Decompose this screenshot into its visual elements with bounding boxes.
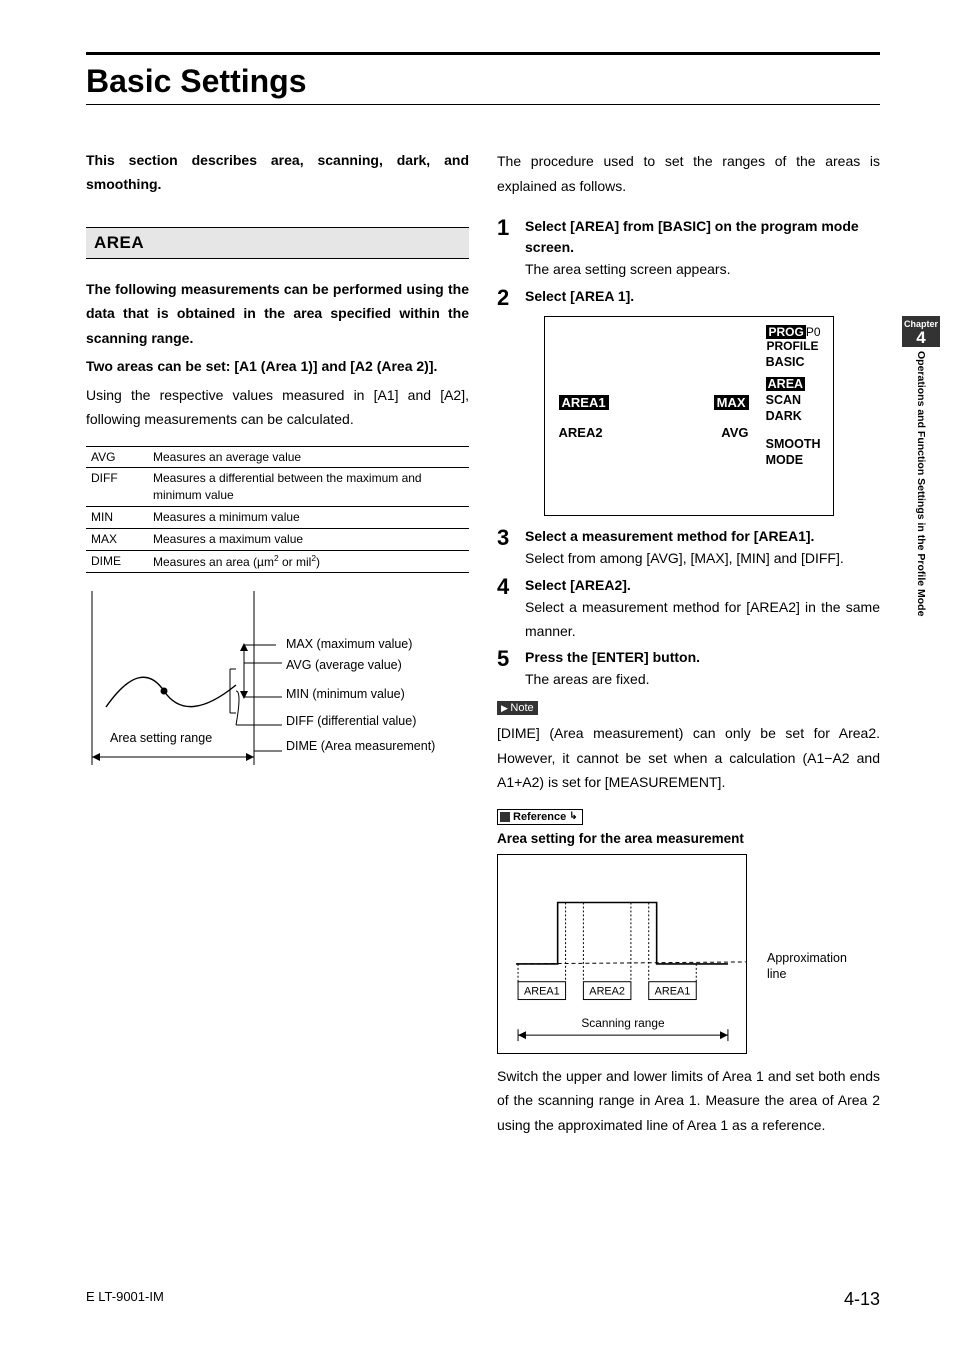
- step-title: Select a measurement method for [AREA1].: [525, 526, 880, 547]
- step-title: Select [AREA 1].: [525, 286, 880, 307]
- step-title: Select [AREA] from [BASIC] on the progra…: [525, 216, 880, 258]
- table-row: MINMeasures a minimum value: [86, 506, 469, 528]
- reference-arrow-icon: ↳: [569, 811, 577, 822]
- reference-label: Reference: [513, 811, 566, 823]
- table-row: DIFFMeasures a differential between the …: [86, 468, 469, 507]
- menu-smooth: SMOOTH: [766, 437, 821, 451]
- page-title: Basic Settings: [86, 63, 880, 100]
- row2-right: AVG: [721, 425, 748, 440]
- menu-area: AREA: [766, 377, 805, 391]
- label-diff: DIFF (differential value): [286, 714, 435, 729]
- step-text: The areas are fixed.: [525, 668, 880, 692]
- step-text: The area setting screen appears.: [525, 258, 880, 282]
- reference-square-icon: [500, 812, 510, 822]
- fig2-approx-label: Approximation line: [767, 950, 867, 983]
- cell-val: Measures a minimum value: [148, 506, 469, 528]
- fig2-scan: Scanning range: [581, 1016, 665, 1030]
- screen-profile: PROFILE: [766, 339, 818, 353]
- reference-tag: Reference ↳: [497, 809, 583, 825]
- step-4: 4 Select [AREA2]. Select a measurement m…: [497, 575, 880, 644]
- step-5: 5 Press the [ENTER] button. The areas ar…: [497, 647, 880, 692]
- row2-left: AREA2: [559, 425, 603, 440]
- label-max: MAX (maximum value): [286, 637, 435, 652]
- menu-scan: SCAN: [766, 393, 821, 407]
- step-title: Press the [ENTER] button.: [525, 647, 880, 668]
- cell-key: DIME: [86, 550, 148, 573]
- step-1: 1 Select [AREA] from [BASIC] on the prog…: [497, 216, 880, 282]
- figure-area-setting: AREA1 AREA2 AREA1 Scanning: [497, 854, 747, 1054]
- area-diagram: MAX (maximum value) AVG (average value) …: [86, 587, 469, 777]
- procedure-intro: The procedure used to set the ranges of …: [497, 149, 880, 198]
- step-num: 1: [497, 216, 515, 282]
- note-tag: Note: [497, 701, 538, 715]
- chapter-number: 4: [904, 329, 938, 346]
- screen-header: PROGP0 PROFILE: [766, 325, 820, 353]
- menu-dark: DARK: [766, 409, 821, 423]
- table-row: AVGMeasures an average value: [86, 446, 469, 468]
- screen-row-2: AREA2 AVG: [559, 425, 749, 440]
- step-text: Select from among [AVG], [MAX], [MIN] an…: [525, 547, 880, 571]
- screen-prog: PROG: [766, 325, 805, 339]
- right-column: The procedure used to set the ranges of …: [497, 149, 880, 1151]
- row1-right: MAX: [714, 395, 749, 410]
- reference-title: Area setting for the area measurement: [497, 831, 880, 846]
- area-lead-2: Two areas can be set: [A1 (Area 1)] and …: [86, 354, 469, 379]
- step-text: Select a measurement method for [AREA2] …: [525, 596, 880, 644]
- step-title: Select [AREA2].: [525, 575, 880, 596]
- measurement-table: AVGMeasures an average value DIFFMeasure…: [86, 446, 469, 574]
- area-lead-3: Using the respective values measured in …: [86, 383, 469, 432]
- step-num: 2: [497, 286, 515, 310]
- step-num: 4: [497, 575, 515, 644]
- cell-key: MAX: [86, 528, 148, 550]
- table-row: DIMEMeasures an area (µm2 or mil2): [86, 550, 469, 573]
- side-tab: Chapter 4 Operations and Function Settin…: [902, 316, 940, 616]
- footer: E LT-9001-IM 4-13: [86, 1289, 880, 1310]
- side-title: Operations and Function Settings in the …: [915, 351, 927, 616]
- step-3: 3 Select a measurement method for [AREA1…: [497, 526, 880, 571]
- cell-val: Measures a differential between the maxi…: [148, 468, 469, 507]
- table-row: MAXMeasures a maximum value: [86, 528, 469, 550]
- intro-text: This section describes area, scanning, d…: [86, 149, 469, 197]
- screen-p0: P0: [806, 325, 821, 339]
- area-lead-1: The following measurements can be perfor…: [86, 277, 469, 351]
- reference-text: Switch the upper and lower limits of Are…: [497, 1064, 880, 1138]
- screen-row-1: AREA1 MAX: [559, 395, 749, 410]
- menu-basic: BASIC: [766, 355, 821, 369]
- cell-val: Measures a maximum value: [148, 528, 469, 550]
- screen-mock: PROGP0 PROFILE BASIC AREA SCAN DARK SMOO…: [544, 316, 834, 516]
- menu-mode: MODE: [766, 453, 821, 467]
- row1-left: AREA1: [559, 395, 609, 410]
- cell-val: Measures an average value: [148, 446, 469, 468]
- fig2-approx-text: Approximation line: [767, 950, 867, 983]
- section-area-heading: AREA: [86, 227, 469, 259]
- cell-key: AVG: [86, 446, 148, 468]
- page-number: 4-13: [844, 1289, 880, 1310]
- under-rule: [86, 104, 880, 105]
- label-range: Area setting range: [110, 731, 212, 745]
- chapter-badge: Chapter 4: [902, 316, 940, 347]
- note-text: [DIME] (Area measurement) can only be se…: [497, 721, 880, 795]
- cell-key: DIFF: [86, 468, 148, 507]
- top-rule: [86, 52, 880, 55]
- cell-val: Measures an area (µm2 or mil2): [148, 550, 469, 573]
- cell-key: MIN: [86, 506, 148, 528]
- step-num: 5: [497, 647, 515, 692]
- label-min: MIN (minimum value): [286, 687, 435, 702]
- step-2: 2 Select [AREA 1].: [497, 286, 880, 310]
- step-num: 3: [497, 526, 515, 571]
- doc-id: E LT-9001-IM: [86, 1289, 164, 1310]
- fig2-area1a: AREA1: [524, 985, 560, 997]
- fig2-area2: AREA2: [589, 985, 625, 997]
- fig2-area1b: AREA1: [655, 985, 691, 997]
- label-avg: AVG (average value): [286, 658, 435, 673]
- screen-menu: BASIC AREA SCAN DARK SMOOTH MODE: [766, 355, 821, 469]
- left-column: This section describes area, scanning, d…: [86, 149, 469, 1151]
- label-dime: DIME (Area measurement): [286, 739, 435, 754]
